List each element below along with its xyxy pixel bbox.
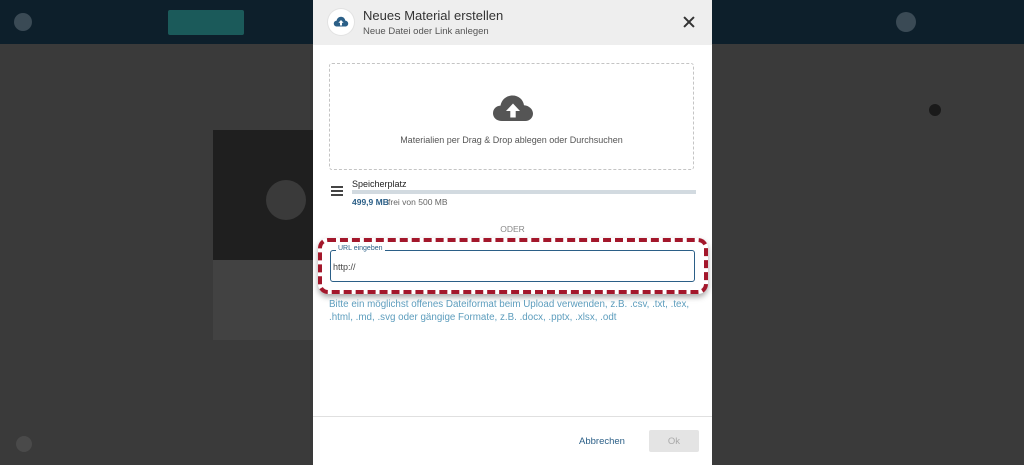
file-dropzone[interactable]: Materialien per Drag & Drop ablegen oder… bbox=[329, 63, 694, 170]
storage-total: frei von 500 MB bbox=[388, 197, 448, 207]
storage-title: Speicherplatz bbox=[352, 179, 407, 189]
background-card-play-icon bbox=[266, 180, 306, 220]
file-format-hint: Bitte ein möglichst offenes Dateiformat … bbox=[329, 299, 690, 323]
background-create-button bbox=[168, 10, 244, 35]
url-input[interactable] bbox=[333, 258, 683, 276]
background-logo bbox=[14, 13, 32, 31]
background-sidebar-avatar bbox=[16, 436, 32, 452]
cancel-button[interactable]: Abbrechen bbox=[567, 430, 637, 452]
cloud-upload-icon bbox=[328, 9, 354, 35]
footer-divider bbox=[313, 416, 712, 417]
create-material-dialog: Neues Material erstellen Neue Datei oder… bbox=[313, 0, 712, 465]
close-icon[interactable] bbox=[679, 12, 699, 32]
cloud-upload-icon bbox=[492, 94, 534, 129]
ok-button[interactable]: Ok bbox=[649, 430, 699, 452]
url-field-label: URL eingeben bbox=[336, 245, 385, 252]
storage-used: 499,9 MB bbox=[352, 197, 389, 207]
dropzone-instructions: Materialien per Drag & Drop ablegen oder… bbox=[400, 135, 623, 145]
storage-progress-fill bbox=[352, 190, 696, 194]
background-avatar bbox=[896, 12, 916, 32]
dialog-header: Neues Material erstellen Neue Datei oder… bbox=[313, 0, 712, 45]
or-separator: ODER bbox=[500, 224, 525, 234]
storage-icon bbox=[331, 186, 343, 197]
background-view-icon bbox=[929, 104, 941, 116]
storage-progress-bar bbox=[352, 190, 696, 194]
dialog-title: Neues Material erstellen bbox=[363, 8, 504, 23]
dialog-subtitle: Neue Datei oder Link anlegen bbox=[363, 26, 489, 37]
